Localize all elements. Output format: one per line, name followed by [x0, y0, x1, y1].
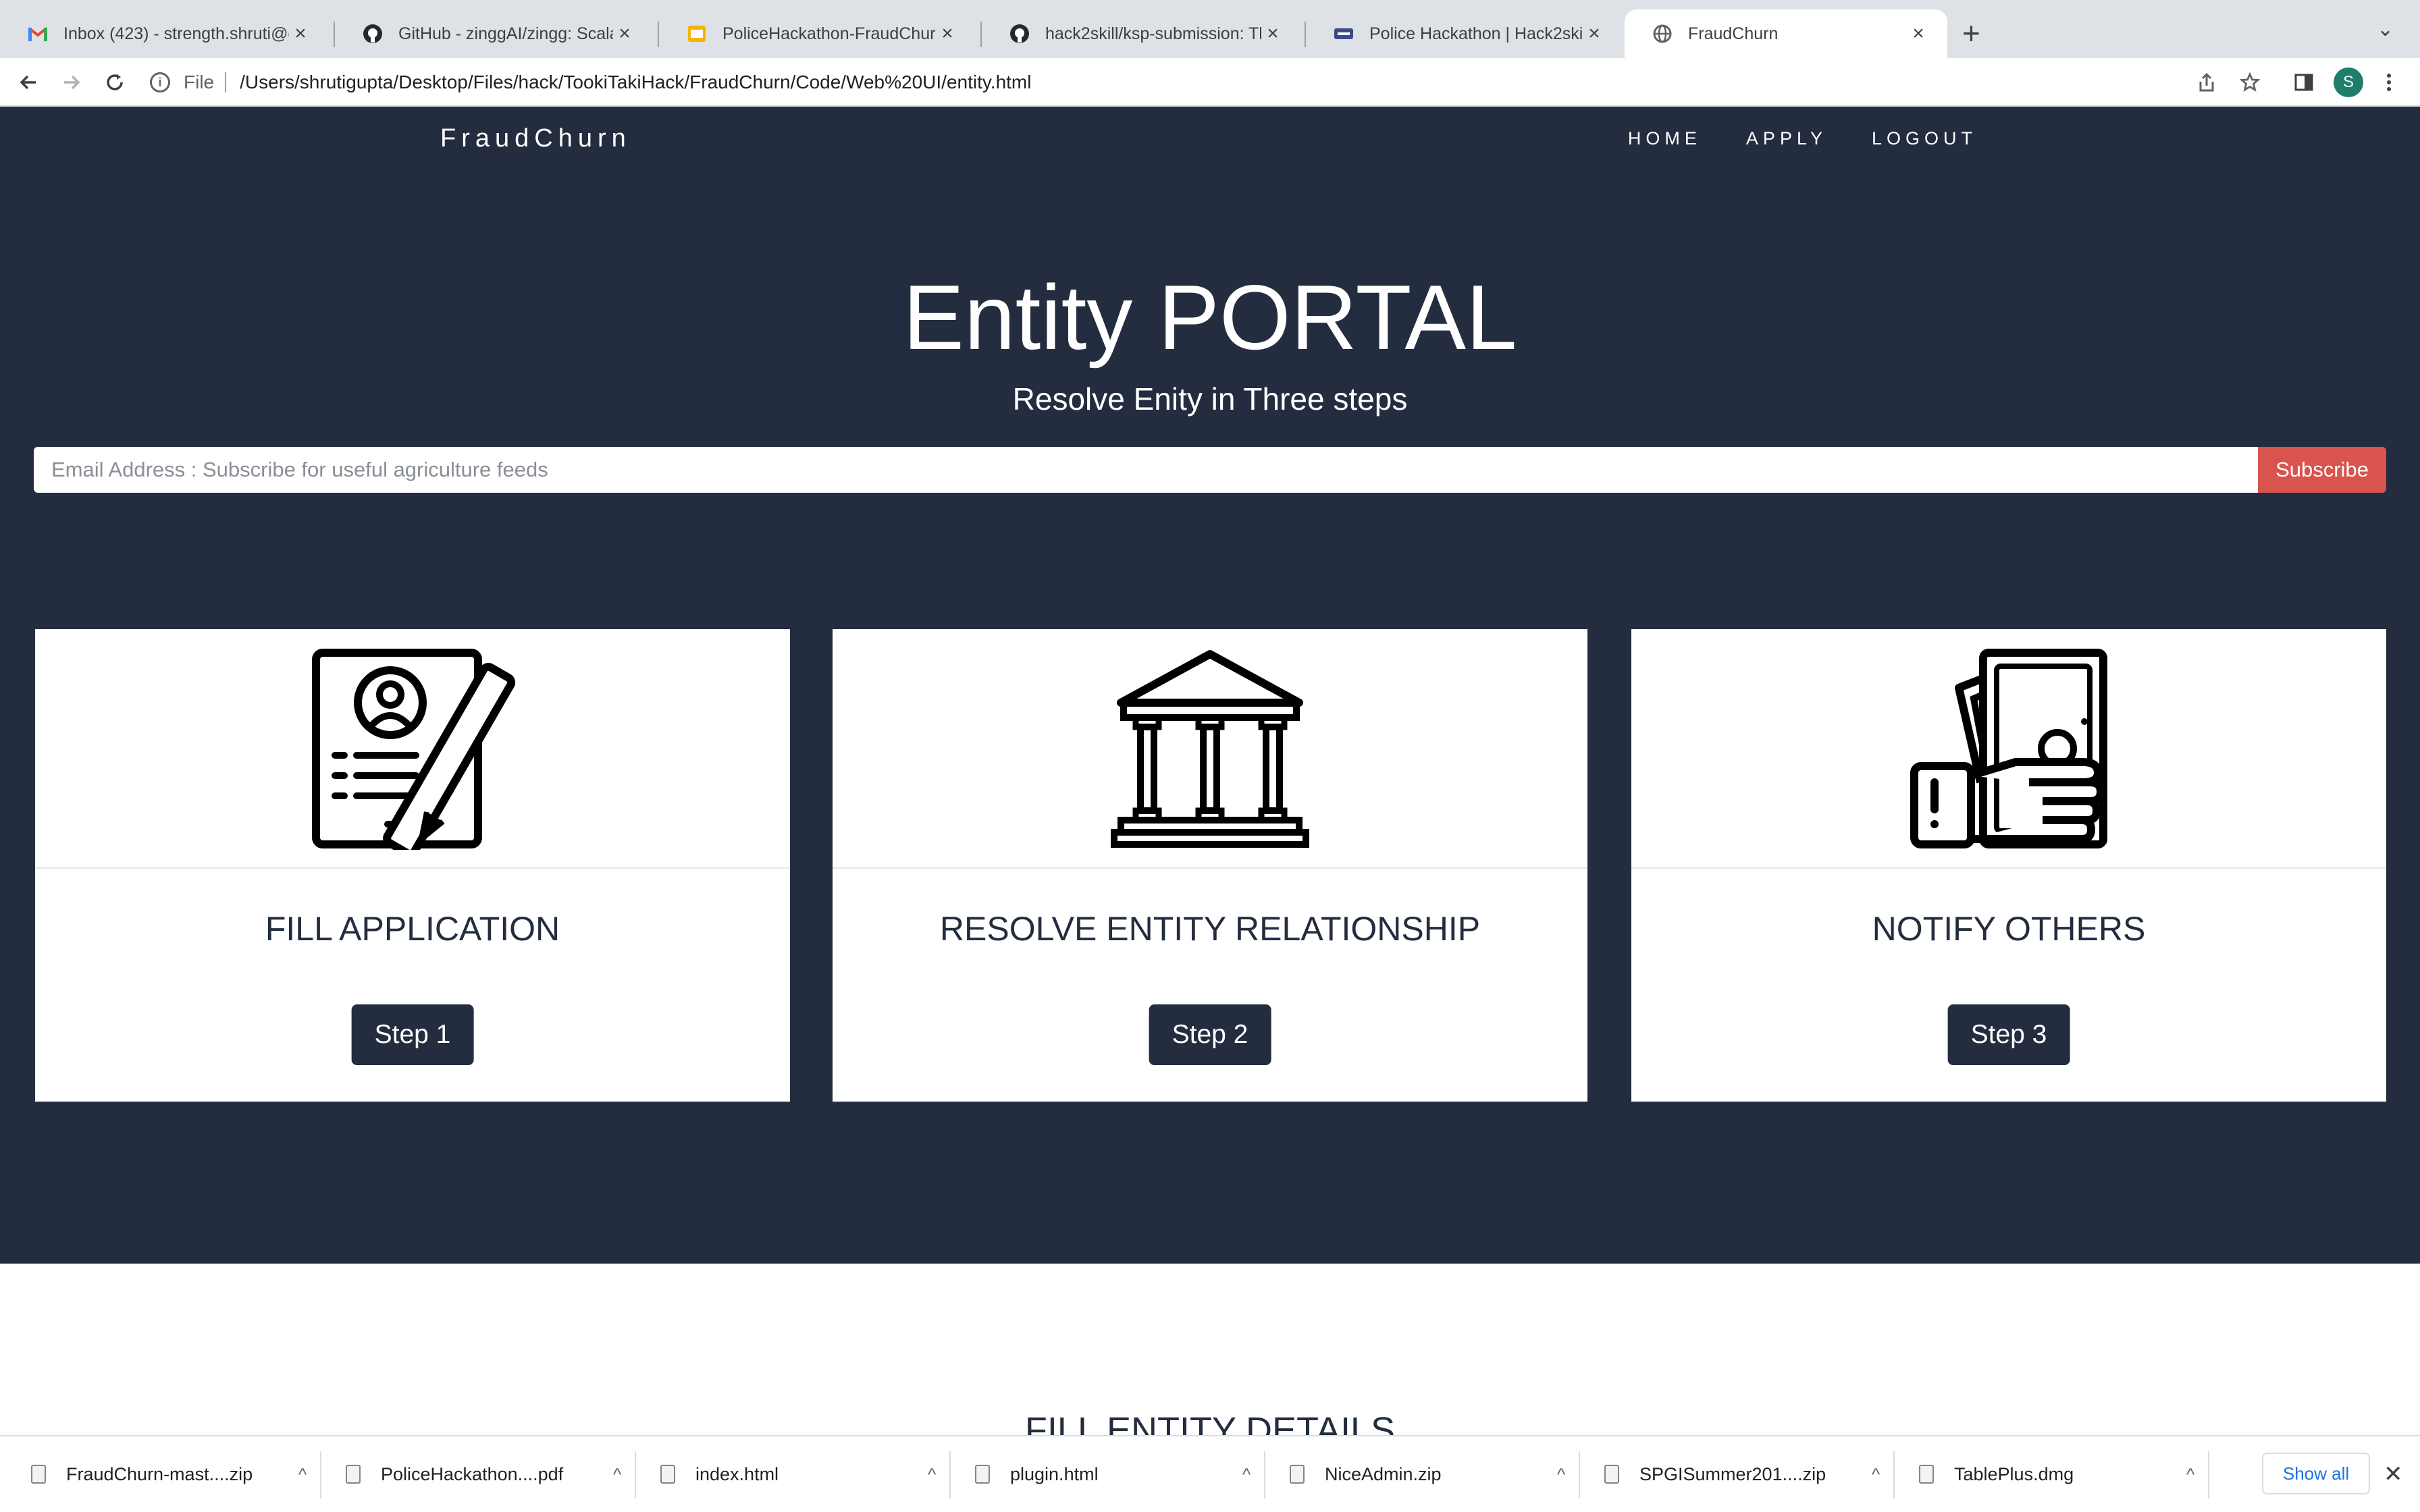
tab-gmail-inbox[interactable]: Inbox (423) - strength.shruti@g × — [0, 9, 330, 58]
step-1-button[interactable]: Step 1 — [351, 1004, 474, 1065]
download-divider — [1579, 1451, 1580, 1498]
card-title: FILL APPLICATION — [265, 910, 560, 948]
close-tab-icon[interactable]: × — [613, 22, 636, 45]
download-item[interactable]: TablePlus.dmg ^ — [1919, 1449, 2194, 1500]
close-tab-icon[interactable]: × — [289, 22, 312, 45]
chevron-up-icon[interactable]: ^ — [298, 1464, 307, 1485]
dmg-file-icon — [1919, 1465, 1934, 1484]
card-icon-area — [833, 629, 1587, 869]
chevron-up-icon[interactable]: ^ — [928, 1464, 936, 1485]
zip-file-icon — [31, 1465, 46, 1484]
close-tab-icon[interactable]: × — [1261, 22, 1284, 45]
chevron-up-icon[interactable]: ^ — [1872, 1464, 1880, 1485]
browser-menu-icon[interactable] — [2375, 69, 2402, 96]
address-bar[interactable]: i File /Users/shrutigupta/Desktop/Files/… — [150, 65, 2243, 100]
step-3-button[interactable]: Step 3 — [1947, 1004, 2070, 1065]
tab-hack2skill-github[interactable]: hack2skill/ksp-submission: Thi × — [982, 9, 1302, 58]
share-icon[interactable] — [2193, 69, 2220, 96]
download-shelf: FraudChurn-mast....zip ^ PoliceHackathon… — [0, 1435, 2420, 1512]
card-title: RESOLVE ENTITY RELATIONSHIP — [939, 910, 1481, 948]
github-icon — [1009, 23, 1030, 45]
github-icon — [362, 23, 384, 45]
subscribe-button[interactable]: Subscribe — [2258, 447, 2386, 493]
pdf-file-icon — [346, 1465, 361, 1484]
profile-avatar[interactable]: S — [2334, 68, 2363, 97]
card-title: NOTIFY OTHERS — [1872, 910, 2146, 948]
download-item[interactable]: plugin.html ^ — [975, 1449, 1251, 1500]
site-info-icon[interactable]: i — [150, 72, 170, 92]
close-tab-icon[interactable]: × — [936, 22, 959, 45]
card-icon-area — [1631, 629, 2386, 869]
address-divider — [225, 72, 227, 92]
step-card-fill-application: FILL APPLICATION Step 1 — [35, 629, 790, 1102]
browser-toolbar: i File /Users/shrutigupta/Desktop/Files/… — [0, 58, 2420, 107]
zip-file-icon — [1604, 1465, 1619, 1484]
bank-building-icon — [1111, 649, 1309, 848]
download-item[interactable]: NiceAdmin.zip ^ — [1290, 1449, 1565, 1500]
close-icon[interactable]: ✕ — [2384, 1461, 2403, 1488]
html-file-icon — [975, 1465, 990, 1484]
globe-icon — [1652, 23, 1673, 45]
address-url: /Users/shrutigupta/Desktop/Files/hack/To… — [240, 72, 1032, 92]
tab-police-hackathon-slides[interactable]: PoliceHackathon-FraudChurn - × — [659, 9, 976, 58]
download-item[interactable]: SPGISummer201....zip ^ — [1604, 1449, 1880, 1500]
hack2skill-icon — [1333, 23, 1354, 45]
zip-file-icon — [1290, 1465, 1305, 1484]
browser-tab-strip: Inbox (423) - strength.shruti@g × GitHub… — [0, 0, 2420, 58]
top-navigation: HOME APPLY LOGOUT — [1628, 128, 1977, 149]
tab-fraudchurn[interactable]: FraudChurn × — [1625, 9, 1947, 58]
tab-github-zingg[interactable]: GitHub - zinggAI/zingg: Scalab × — [335, 9, 654, 58]
download-divider — [949, 1451, 951, 1498]
site-brand[interactable]: FraudChurn — [440, 124, 631, 153]
reload-icon[interactable] — [100, 68, 130, 97]
tab-hack2skill-police[interactable]: Police Hackathon | Hack2skill | × — [1306, 9, 1623, 58]
chevron-up-icon[interactable]: ^ — [1557, 1464, 1565, 1485]
download-item[interactable]: index.html ^ — [660, 1449, 936, 1500]
download-divider — [1264, 1451, 1265, 1498]
application-form-icon — [312, 648, 516, 850]
chevron-up-icon[interactable]: ^ — [1242, 1464, 1251, 1485]
new-tab-plus-icon[interactable]: + — [1962, 16, 1980, 50]
download-divider — [2208, 1451, 2209, 1498]
page-subtitle: Resolve Enity in Three steps — [1012, 381, 1408, 416]
download-item[interactable]: PoliceHackathon....pdf ^ — [346, 1449, 621, 1500]
download-item[interactable]: FraudChurn-mast....zip ^ — [31, 1449, 307, 1500]
page-title: Entity PORTAL — [903, 266, 1517, 369]
side-panel-icon[interactable] — [2290, 69, 2317, 96]
tab-search-chevron-icon[interactable]: ⌄ — [2377, 18, 2394, 41]
back-arrow-icon[interactable] — [14, 68, 43, 97]
nav-home[interactable]: HOME — [1628, 128, 1702, 149]
bookmark-star-icon[interactable] — [2236, 69, 2263, 96]
slides-icon — [686, 23, 708, 45]
step-2-button[interactable]: Step 2 — [1149, 1004, 1271, 1065]
nav-apply[interactable]: APPLY — [1746, 128, 1827, 149]
close-tab-icon[interactable]: × — [1583, 22, 1606, 45]
download-divider — [635, 1451, 636, 1498]
forward-arrow-icon[interactable] — [57, 68, 86, 97]
subscribe-form: Subscribe — [34, 447, 2386, 493]
hero-section: FraudChurn HOME APPLY LOGOUT Entity PORT… — [0, 107, 2420, 1264]
gmail-icon — [27, 23, 49, 45]
section-title: FILL ENTITY DETAILS — [1024, 1410, 1396, 1435]
chevron-up-icon[interactable]: ^ — [613, 1464, 621, 1485]
step-card-notify-others: NOTIFY OTHERS Step 3 — [1631, 629, 2386, 1102]
cash-in-hand-icon — [1910, 648, 2107, 848]
email-input[interactable] — [34, 447, 2258, 493]
step-card-resolve-entity: RESOLVE ENTITY RELATIONSHIP Step 2 — [833, 629, 1587, 1102]
download-divider — [1893, 1451, 1895, 1498]
nav-logout[interactable]: LOGOUT — [1872, 128, 1977, 149]
card-icon-area — [35, 629, 790, 869]
chevron-up-icon[interactable]: ^ — [2186, 1464, 2194, 1485]
show-all-downloads-button[interactable]: Show all — [2262, 1453, 2370, 1494]
close-tab-icon[interactable]: × — [1907, 22, 1930, 45]
web-page: FraudChurn HOME APPLY LOGOUT Entity PORT… — [0, 107, 2420, 1435]
download-divider — [320, 1451, 321, 1498]
html-file-icon — [660, 1465, 675, 1484]
